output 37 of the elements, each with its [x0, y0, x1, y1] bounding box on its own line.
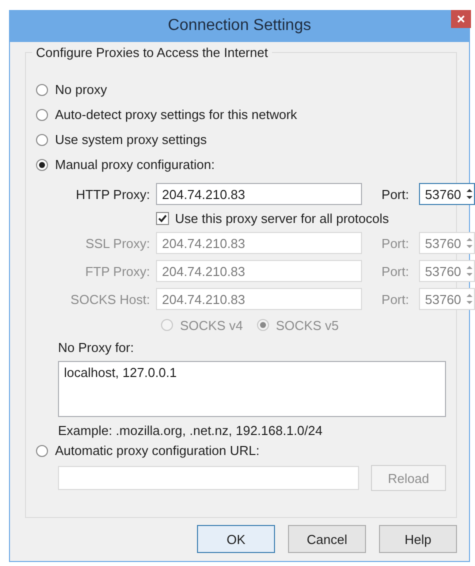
port-label: Port: [380, 236, 410, 250]
close-icon [457, 15, 465, 23]
field-label: SSL Proxy: [84, 236, 150, 250]
checkbox[interactable] [156, 212, 169, 225]
checkbox-label[interactable]: Use this proxy server for all protocols [175, 211, 389, 226]
dialog-button[interactable]: Help [379, 525, 457, 553]
no-proxy-field[interactable]: localhost, 127.0.0.1 [58, 361, 446, 417]
window-title: Connection Settings [168, 17, 312, 35]
group-legend: Configure Proxies to Access the Internet [32, 45, 272, 60]
radio-label[interactable]: Use system proxy settings [55, 132, 207, 147]
radio-button[interactable] [36, 444, 48, 456]
radio-label[interactable]: Manual proxy configuration: [55, 157, 215, 172]
field-label: FTP Proxy: [84, 264, 150, 278]
radio-button[interactable] [36, 158, 48, 170]
url-field[interactable] [58, 466, 360, 490]
radio-button[interactable] [36, 134, 48, 146]
spinner-icon [466, 292, 473, 306]
dialog-button[interactable]: OK [197, 525, 275, 553]
hint-text: Example: .mozilla.org, .net.nz, 192.168.1.0/24 [57, 423, 324, 438]
close-button[interactable] [451, 10, 471, 28]
radio-label[interactable]: Automatic proxy configuration URL: [55, 443, 260, 458]
field-label: HTTP Proxy: [74, 186, 150, 202]
radio-button[interactable] [36, 108, 48, 120]
proxy-field[interactable]: 204.74.210.83 [156, 183, 362, 205]
dialog-button[interactable]: Cancel [288, 525, 366, 553]
radio-label[interactable]: No proxy [55, 82, 108, 97]
port-spinner[interactable]: 53760 [419, 183, 475, 205]
spinner-icon [466, 187, 473, 201]
radio-label[interactable]: Auto-detect proxy settings for this network [55, 107, 298, 122]
port-label: Port: [380, 292, 410, 306]
spinner-icon [466, 236, 473, 250]
field-label: SOCKS Host: [70, 292, 150, 306]
port-label: Port: [380, 264, 410, 278]
port-label: Port: [380, 186, 410, 202]
field-label: No Proxy for: [58, 340, 135, 355]
spinner-icon [466, 264, 473, 278]
radio-button[interactable] [36, 84, 48, 96]
